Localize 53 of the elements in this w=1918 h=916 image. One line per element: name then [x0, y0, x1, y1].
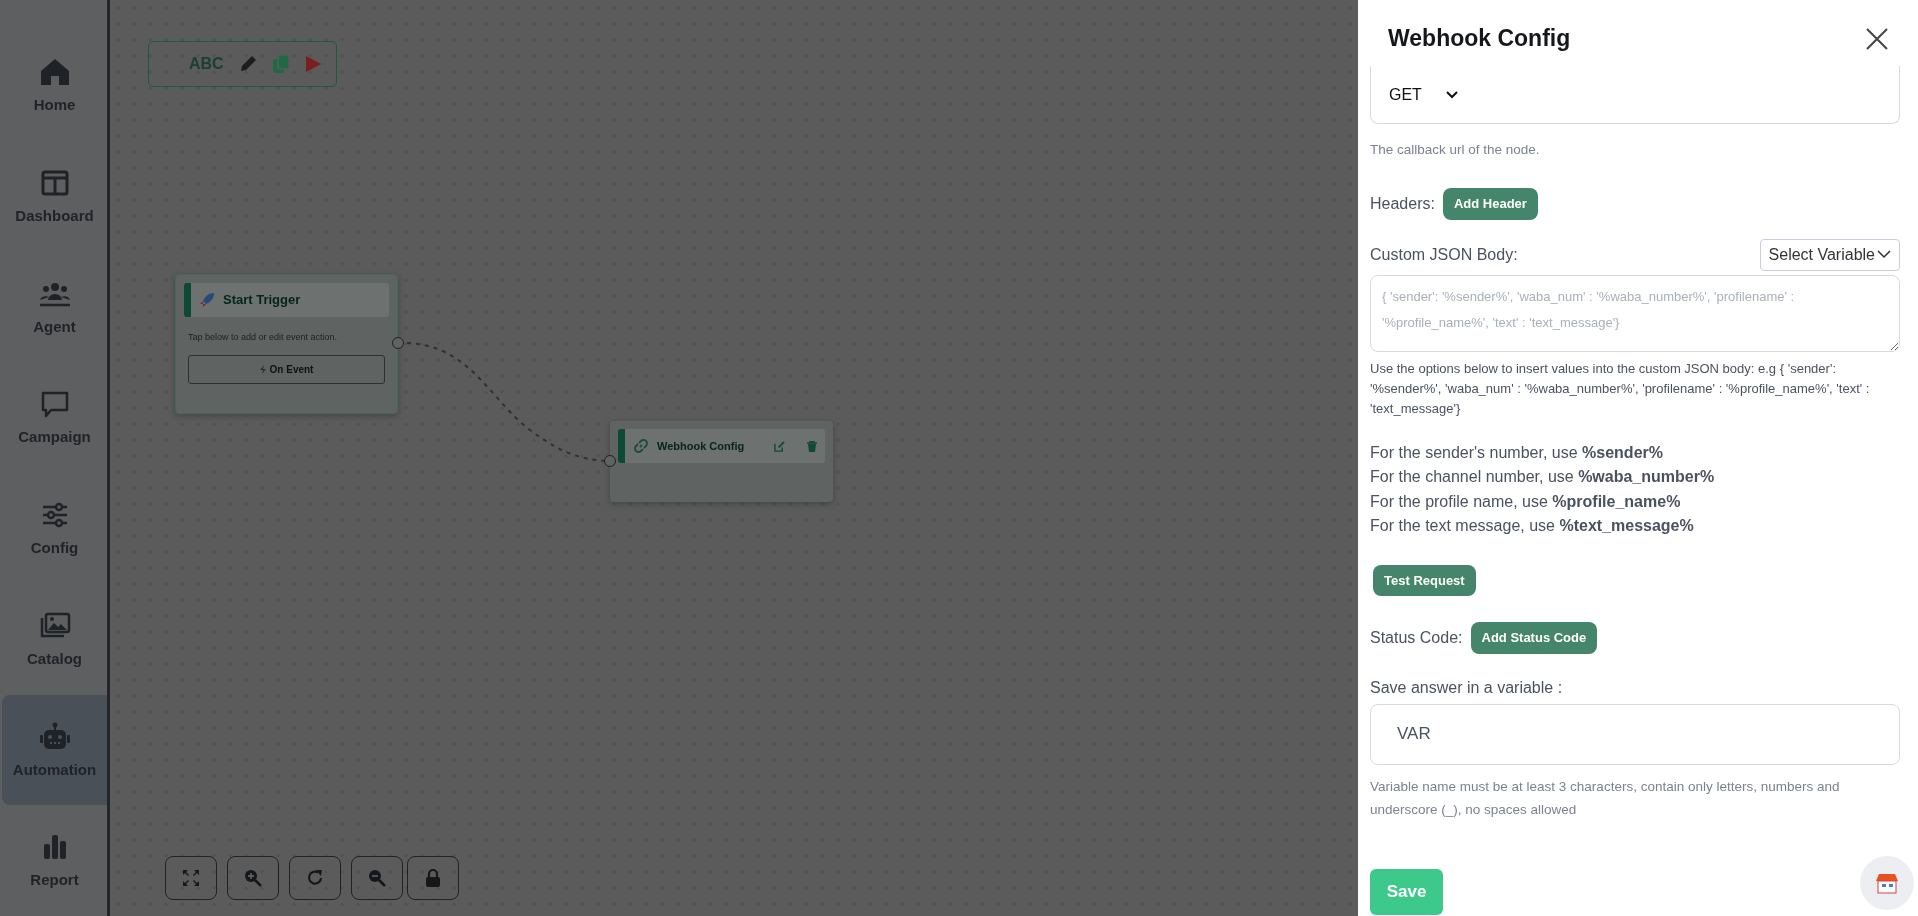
chevron-down-icon	[1445, 90, 1458, 99]
rocket-icon	[199, 292, 215, 308]
chevron-down-icon	[1877, 250, 1891, 260]
lock-icon	[423, 868, 443, 888]
fit-view-icon	[181, 868, 201, 888]
field-label: Custom JSON Body:	[1370, 244, 1518, 265]
sidebar-item[interactable]: Agent	[2, 251, 107, 363]
canvas-control-button[interactable]	[227, 856, 279, 900]
canvas-control-button[interactable]	[165, 856, 217, 900]
method-select[interactable]: GET	[1370, 66, 1900, 124]
variable-hint: For the text message, use %text_message%	[1370, 516, 1695, 537]
variable-name-field[interactable]: VAR	[1370, 703, 1900, 765]
sidebar-item[interactable]: Dashboard	[2, 140, 107, 252]
connection-port[interactable]	[604, 455, 616, 467]
sidebar-item[interactable]: Campaign	[2, 362, 107, 473]
play-icon[interactable]	[303, 54, 322, 74]
json-body-help-text: Use the options below to insert values into the custom JSON body: e.g { 'sender': '%sender%', 'waba_num' : '%waba_number%', 'profilename' : '%profile_name%', 'text' : 'text_message'}	[1370, 359, 1871, 418]
link-icon	[633, 438, 649, 454]
lightning-icon	[259, 365, 266, 375]
canvas-control-button[interactable]	[351, 856, 403, 900]
canvas-control-button[interactable]	[289, 856, 341, 900]
test-request-button[interactable]: Test Request	[1373, 564, 1476, 597]
event-button[interactable]: On Event	[188, 354, 385, 384]
field-help-text: Variable name must be at least 3 characters, contain only letters, numbers and underscore (_), no spaces allowed	[1370, 777, 1841, 819]
panel-title: Webhook Config	[1388, 25, 1571, 53]
field-label: Status Code:	[1370, 628, 1463, 648]
canvas-control-button[interactable]	[407, 856, 459, 900]
json-body-field[interactable]: { 'sender': '%sender%', 'waba_num' : '%waba_number%', 'profilename' : '%profile_name%', 'text' : 'text_message'}	[1370, 274, 1900, 352]
sidebar-item[interactable]: Report	[2, 805, 107, 916]
zoom-out-icon	[367, 868, 387, 888]
field-help-text: The callback url of the node.	[1370, 141, 1541, 159]
zoom-in-icon	[243, 868, 263, 888]
field-label: Headers:	[1370, 194, 1435, 214]
sidebar-item[interactable]: Config	[2, 473, 107, 584]
shop-icon	[1875, 872, 1899, 894]
add-header-button[interactable]: Add Header	[1442, 188, 1538, 220]
flow-node[interactable]: Webhook Config	[610, 421, 833, 502]
sidebar-item[interactable]: Home	[2, 30, 107, 141]
save-button[interactable]: Save	[1370, 868, 1443, 915]
select-variable-dropdown[interactable]: Select Variable	[1759, 238, 1900, 271]
reload-icon	[305, 868, 325, 888]
variable-hint: For the profile name, use %profile_name%	[1370, 491, 1682, 512]
trash-icon[interactable]	[807, 440, 817, 452]
add-status-code-button[interactable]: Add Status Code	[1470, 622, 1598, 654]
sidebar-item[interactable]: Catalog	[2, 583, 107, 695]
floating-help-button[interactable]	[1860, 856, 1914, 910]
variable-hint: For the sender's number, use %sender%	[1370, 442, 1664, 463]
node-title: Webhook Config	[657, 438, 745, 454]
toolbar-label: ABC	[189, 54, 224, 74]
variable-hint: For the channel number, use %waba_number%	[1370, 467, 1716, 488]
field-label: Save answer in a variable :	[1370, 677, 1564, 698]
edit-icon[interactable]	[774, 440, 785, 452]
node-title: Start Trigger	[223, 291, 301, 310]
